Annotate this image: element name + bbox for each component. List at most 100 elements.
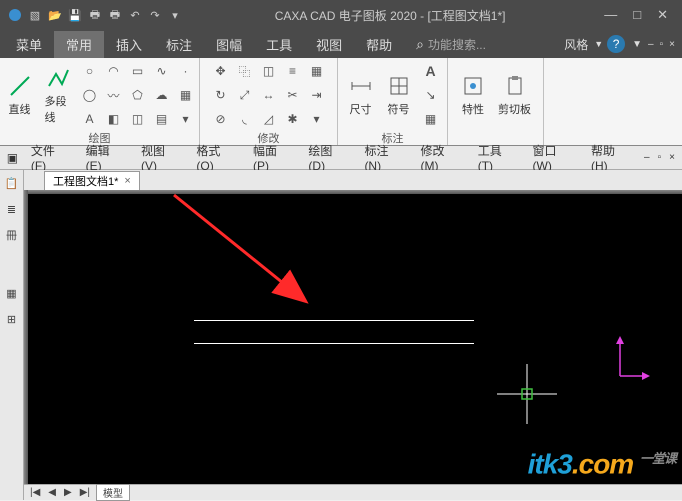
- new-icon[interactable]: ▧: [28, 8, 42, 22]
- app-window: ▧ 📂 💾 🖶 🖶 ↶ ↷ ▾ CAXA CAD 电子图板 2020 - [工程…: [0, 0, 682, 500]
- copy-icon[interactable]: ⿻: [234, 60, 256, 82]
- quick-access-toolbar: ▧ 📂 💾 🖶 🖶 ↶ ↷ ▾: [0, 8, 190, 22]
- help-icon[interactable]: ?: [607, 35, 625, 53]
- clipboard-button[interactable]: 剪切板: [494, 71, 535, 119]
- break-icon[interactable]: ⊘: [210, 108, 232, 130]
- style-dropdown-icon[interactable]: ▼: [594, 39, 603, 49]
- document-tab[interactable]: 工程图文档1* ×: [44, 171, 140, 190]
- mdi-restore-icon[interactable]: ▫: [655, 152, 665, 163]
- stretch-icon[interactable]: ↔: [258, 84, 280, 106]
- qat-dropdown-icon[interactable]: ▾: [168, 8, 182, 22]
- dimension-button[interactable]: 尺寸: [344, 71, 378, 119]
- ribbon: 直线 多段线 ○ ◠ ▭ ∿ · ◯ 〰 ⬠ ☁ ▦ A: [0, 58, 682, 146]
- palette-grid-icon[interactable]: 冊: [3, 226, 21, 244]
- print2-icon[interactable]: 🖶: [108, 8, 122, 22]
- arc-icon[interactable]: ◠: [103, 60, 125, 82]
- doc-minimize-icon[interactable]: –: [645, 39, 657, 50]
- search-label[interactable]: 功能搜索...: [424, 36, 486, 53]
- scale-icon[interactable]: ⤢: [234, 84, 256, 106]
- ribbon-panel-modify: ✥ ⿻ ◫ ≡ ▦ ↻ ⤢ ↔ ✂ ⇥ ⊘ ◟ ◿ ✱ ▾ 修改: [200, 58, 338, 145]
- palette-blocks-icon[interactable]: ▦: [3, 284, 21, 302]
- doc-close-icon[interactable]: ×: [666, 39, 678, 50]
- extend-icon[interactable]: ⇥: [306, 84, 328, 106]
- document-tab-close-icon[interactable]: ×: [124, 175, 130, 187]
- maximize-button[interactable]: □: [633, 7, 641, 23]
- watermark: itk3.com 一堂课: [528, 448, 676, 480]
- rect-icon[interactable]: ▭: [127, 60, 149, 82]
- annotation-arrow: [164, 190, 324, 320]
- more-draw-icon[interactable]: ▾: [175, 108, 197, 130]
- polyline-button[interactable]: 多段线: [41, 63, 75, 127]
- fill-icon[interactable]: ◧: [103, 108, 125, 130]
- crosshair-cursor: [497, 364, 557, 424]
- line-object[interactable]: [194, 343, 474, 344]
- print-icon[interactable]: 🖶: [88, 8, 102, 22]
- save-icon[interactable]: 💾: [68, 8, 82, 22]
- table-icon[interactable]: ▤: [151, 108, 173, 130]
- palette-layers-icon[interactable]: ≣: [3, 200, 21, 218]
- ribbon-panel-props: 特性 剪切板: [448, 58, 544, 145]
- tab-view[interactable]: 视图: [304, 31, 354, 58]
- style-label[interactable]: 风格: [564, 36, 594, 53]
- tab-insert[interactable]: 插入: [104, 31, 154, 58]
- curve-icon[interactable]: 〰: [103, 84, 125, 106]
- block-icon[interactable]: ◫: [127, 108, 149, 130]
- close-button[interactable]: ✕: [657, 7, 668, 23]
- search-icon[interactable]: ⌕: [416, 36, 424, 53]
- app-menu-icon[interactable]: ▣: [4, 151, 21, 165]
- mdi-minimize-icon[interactable]: –: [641, 152, 653, 163]
- point-icon[interactable]: ·: [175, 60, 197, 82]
- explode-icon[interactable]: ✱: [282, 108, 304, 130]
- tab-common[interactable]: 常用: [54, 31, 104, 58]
- nav-last-icon[interactable]: ▶|: [78, 487, 92, 498]
- document-area: 📋 ≣ 冊 ▦ ⊞ 工程图文档1* ×: [0, 170, 682, 500]
- redo-icon[interactable]: ↷: [148, 8, 162, 22]
- array-icon[interactable]: ▦: [306, 60, 328, 82]
- leader-icon[interactable]: ↘: [420, 84, 442, 106]
- drawn-lines: [194, 320, 474, 366]
- line-object[interactable]: [194, 320, 474, 321]
- line-icon: [7, 73, 33, 99]
- chamfer-icon[interactable]: ◿: [258, 108, 280, 130]
- polygon-icon[interactable]: ⬠: [127, 84, 149, 106]
- tab-menu[interactable]: 菜单: [4, 31, 54, 58]
- mdi-close-icon[interactable]: ×: [666, 152, 678, 163]
- tab-sheet[interactable]: 图幅: [204, 31, 254, 58]
- properties-button[interactable]: 特性: [456, 71, 490, 119]
- palette-props-icon[interactable]: 📋: [3, 174, 21, 192]
- mirror-icon[interactable]: ◫: [258, 60, 280, 82]
- nav-next-icon[interactable]: ▶: [62, 487, 74, 498]
- circle-icon[interactable]: ○: [79, 60, 101, 82]
- minimize-button[interactable]: —: [604, 7, 617, 23]
- tab-tools[interactable]: 工具: [254, 31, 304, 58]
- move-icon[interactable]: ✥: [210, 60, 232, 82]
- doc-restore-icon[interactable]: ▫: [657, 39, 667, 50]
- nav-prev-icon[interactable]: ◀: [46, 487, 58, 498]
- hatch-icon[interactable]: ▦: [175, 84, 197, 106]
- cloud-icon[interactable]: ☁: [151, 84, 173, 106]
- ellipse-icon[interactable]: ◯: [79, 84, 101, 106]
- trim-icon[interactable]: ✂: [282, 84, 304, 106]
- more-modify-icon[interactable]: ▾: [306, 108, 328, 130]
- nav-first-icon[interactable]: |◀: [28, 487, 42, 498]
- draw-small-buttons: ○ ◠ ▭ ∿ · ◯ 〰 ⬠ ☁ ▦ A ◧ ◫ ▤ ▾: [79, 60, 197, 130]
- model-tab[interactable]: 模型: [96, 484, 130, 501]
- fillet-icon[interactable]: ◟: [234, 108, 256, 130]
- drawing-canvas[interactable]: itk3.com 一堂课: [24, 190, 682, 484]
- app-icon: [8, 8, 22, 22]
- line-button[interactable]: 直线: [3, 71, 37, 119]
- offset-icon[interactable]: ≡: [282, 60, 304, 82]
- undo-icon[interactable]: ↶: [128, 8, 142, 22]
- tab-help[interactable]: 帮助: [354, 31, 404, 58]
- symbol-button[interactable]: 符号: [382, 71, 416, 119]
- help-dropdown-icon[interactable]: ▼: [629, 39, 645, 50]
- table-annot-icon[interactable]: ▦: [420, 108, 442, 130]
- open-icon[interactable]: 📂: [48, 8, 62, 22]
- ribbon-tabs: 菜单 常用 插入 标注 图幅 工具 视图 帮助 ⌕ 功能搜索... 风格 ▼ ?…: [0, 30, 682, 58]
- tab-annotate[interactable]: 标注: [154, 31, 204, 58]
- spline-icon[interactable]: ∿: [151, 60, 173, 82]
- rotate-icon[interactable]: ↻: [210, 84, 232, 106]
- palette-xref-icon[interactable]: ⊞: [3, 310, 21, 328]
- text-icon[interactable]: A: [79, 108, 101, 130]
- text-annot-icon[interactable]: A: [420, 60, 442, 82]
